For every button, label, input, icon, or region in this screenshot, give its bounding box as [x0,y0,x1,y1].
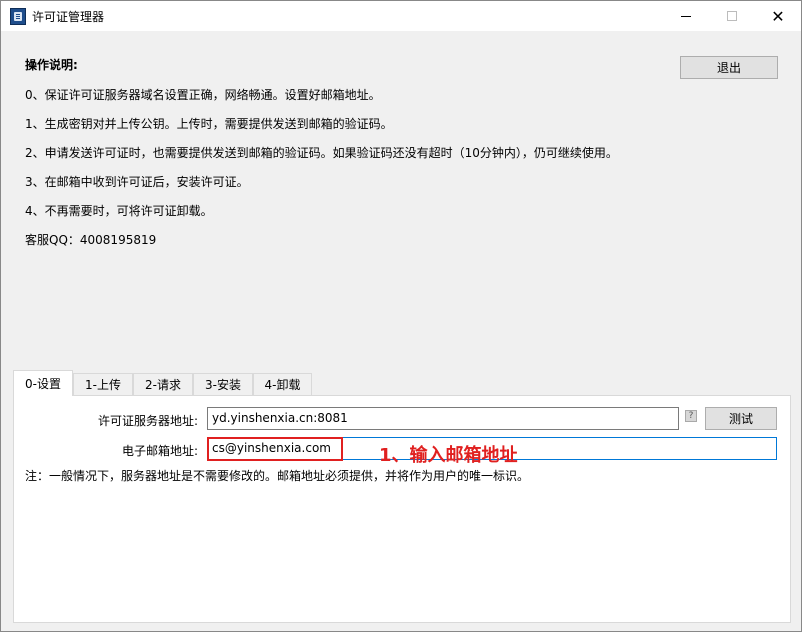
close-icon: ✕ [771,6,785,26]
minimize-button[interactable] [663,1,709,31]
window-title: 许可证管理器 [32,10,105,24]
instruction-line-2: 2、申请发送许可证时，也需要提供发送到邮箱的验证码。如果验证码还没有超时（10分… [25,146,618,160]
server-address-input[interactable]: yd.yinshenxia.cn:8081 [207,407,679,430]
instructions-heading: 操作说明: [25,58,78,72]
support-qq: 客服QQ：4008195819 [25,233,157,247]
tab-settings[interactable]: 0-设置 [13,370,73,396]
minimize-icon [681,15,691,17]
tab-upload[interactable]: 1-上传 [73,373,133,395]
tab-uninstall[interactable]: 4-卸载 [253,373,312,395]
exit-button[interactable]: 退出 [680,56,778,79]
title-bar[interactable]: 许可证管理器 ✕ [1,1,801,31]
instruction-line-0: 0、保证许可证服务器域名设置正确，网络畅通。设置好邮箱地址。 [25,88,381,102]
instruction-line-3: 3、在邮箱中收到许可证后，安装许可证。 [25,175,249,189]
instruction-line-1: 1、生成密钥对并上传公钥。上传时，需要提供发送到邮箱的验证码。 [25,117,393,131]
maximize-icon [727,11,737,21]
instruction-line-4: 4、不再需要时，可将许可证卸载。 [25,204,213,218]
server-address-label: 许可证服务器地址: [97,414,198,428]
email-address-label: 电子邮箱地址: [121,444,198,458]
license-manager-icon [10,8,26,25]
tab-request[interactable]: 2-请求 [133,373,193,395]
settings-note: 注：一般情况下，服务器地址是不需要修改的。邮箱地址必须提供，并将作为用户的唯一标… [25,469,530,483]
tab-install[interactable]: 3-安装 [193,373,253,395]
close-button[interactable]: ✕ [755,1,801,31]
annotation-highlight-box [207,437,343,461]
license-manager-window: 许可证管理器 ✕ 操作说明: 0、保证许可证服务器域名设置正确，网络畅通。设置好… [0,0,802,632]
question-mark-icon[interactable]: ? [685,410,697,422]
maximize-button[interactable] [709,1,755,31]
annotation-label: 1、输入邮箱地址 [379,445,518,466]
test-button[interactable]: 测试 [705,407,777,430]
